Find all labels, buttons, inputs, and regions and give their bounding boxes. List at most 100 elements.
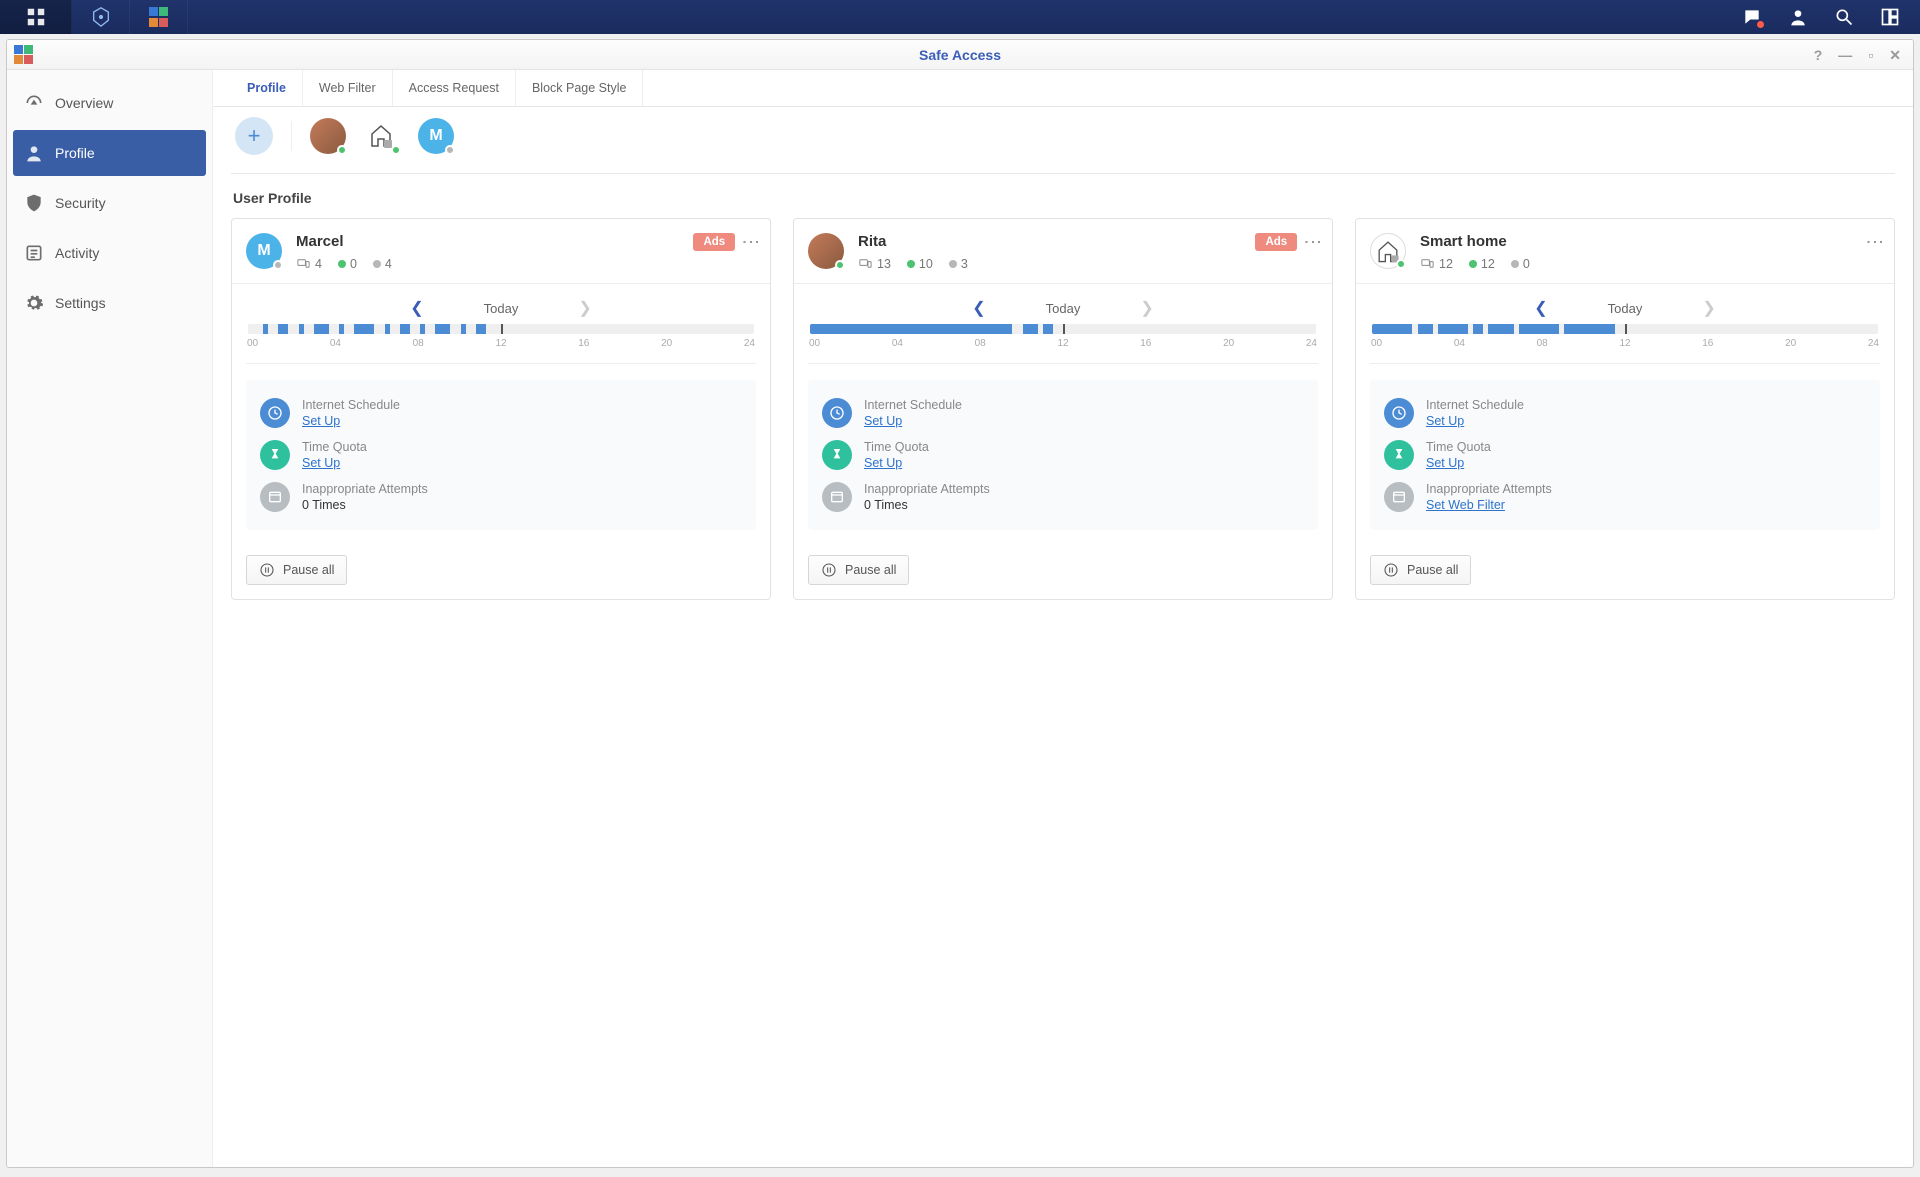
internet-schedule-setup-link[interactable]: Set Up [864, 414, 962, 428]
timeline-next-button[interactable]: ❯ [1702, 298, 1715, 318]
sidebar-item-settings[interactable]: Settings [13, 280, 206, 326]
timeline-prev-button[interactable]: ❮ [1534, 298, 1547, 318]
timeline-prev-button[interactable]: ❮ [972, 298, 985, 318]
timeline-next-button[interactable]: ❯ [578, 298, 591, 318]
sidebar-item-security[interactable]: Security [13, 180, 206, 226]
devices-icon [296, 256, 311, 271]
main-content: Profile Web Filter Access Request Block … [213, 70, 1913, 1167]
sidebar-item-overview[interactable]: Overview [13, 80, 206, 126]
pause-icon [1383, 562, 1399, 578]
stat-online: 10 [907, 257, 933, 271]
browser-icon [1384, 482, 1414, 512]
safe-access-window: Safe Access ? — ▫ ✕ Overview Profile [6, 39, 1914, 1168]
tab-web-filter[interactable]: Web Filter [303, 70, 393, 106]
timeline: ❮ Today ❯ 00040812162024 [808, 298, 1318, 364]
profile-name: Smart home [1420, 233, 1859, 250]
strip-profile-smart-home[interactable] [364, 118, 400, 154]
search-icon [1834, 7, 1854, 27]
browser-icon [822, 482, 852, 512]
timeline-date-label: Today [1608, 301, 1643, 316]
widgets-button[interactable] [1876, 3, 1904, 31]
os-taskbar [0, 0, 1920, 34]
window-help-button[interactable]: ? [1814, 48, 1823, 62]
pause-all-button[interactable]: Pause all [1370, 555, 1471, 585]
stat-other: 4 [373, 257, 392, 271]
divider [291, 121, 292, 151]
stat-online: 12 [1469, 257, 1495, 271]
list-icon [23, 242, 45, 264]
search-button[interactable] [1830, 3, 1858, 31]
internet-schedule-setup-link[interactable]: Set Up [1426, 414, 1524, 428]
stat-devices: 4 [296, 256, 322, 271]
ads-badge: Ads [693, 233, 735, 251]
feature-label: Time Quota [864, 440, 929, 454]
tab-bar: Profile Web Filter Access Request Block … [213, 70, 1913, 107]
chat-bubble-icon [1742, 7, 1762, 27]
timeline-next-button[interactable]: ❯ [1140, 298, 1153, 318]
main-menu-button[interactable] [0, 0, 72, 34]
sidebar-item-label: Overview [55, 95, 113, 111]
shield-icon [23, 192, 45, 214]
sidebar-item-profile[interactable]: Profile [13, 130, 206, 176]
timeline-ticks: 00040812162024 [1371, 338, 1879, 349]
status-dot-icon [337, 145, 347, 155]
profile-name: Rita [858, 233, 1255, 250]
window-maximize-button[interactable]: ▫ [1868, 48, 1873, 62]
card-menu-button[interactable]: ⋮ [745, 233, 756, 253]
hourglass-icon [260, 440, 290, 470]
gear-icon [23, 292, 45, 314]
gauge-icon [23, 92, 45, 114]
person-icon [1788, 7, 1808, 27]
hourglass-icon [1384, 440, 1414, 470]
status-dot-icon [445, 145, 455, 155]
pause-icon [821, 562, 837, 578]
sidebar: Overview Profile Security Activity [7, 70, 213, 1167]
timeline: ❮ Today ❯ 00040812162024 [1370, 298, 1880, 364]
sidebar-item-label: Security [55, 195, 106, 211]
stat-other: 3 [949, 257, 968, 271]
profile-avatar [1370, 233, 1406, 269]
strip-profile-marcel[interactable]: M [418, 118, 454, 154]
time-quota-setup-link[interactable]: Set Up [1426, 456, 1491, 470]
pause-all-button[interactable]: Pause all [808, 555, 909, 585]
user-menu-button[interactable] [1784, 3, 1812, 31]
user-icon [23, 142, 45, 164]
strip-profile-rita[interactable] [310, 118, 346, 154]
timeline-prev-button[interactable]: ❮ [410, 298, 423, 318]
taskbar-app-1[interactable] [72, 0, 130, 34]
tab-profile[interactable]: Profile [231, 70, 303, 106]
clock-icon [260, 398, 290, 428]
profile-card-marcel: M Marcel 4 0 4 [231, 218, 771, 600]
stat-online: 0 [338, 257, 357, 271]
set-web-filter-link[interactable]: Set Web Filter [1426, 498, 1552, 512]
card-menu-button[interactable]: ⋮ [1869, 233, 1880, 253]
feature-list: Internet Schedule Set Up Time Quota Set … [246, 380, 756, 530]
clock-icon [1384, 398, 1414, 428]
feature-label: Inappropriate Attempts [302, 482, 428, 496]
feature-label: Internet Schedule [1426, 398, 1524, 412]
tab-block-page-style[interactable]: Block Page Style [516, 70, 644, 106]
internet-schedule-setup-link[interactable]: Set Up [302, 414, 400, 428]
pause-all-button[interactable]: Pause all [246, 555, 347, 585]
sidebar-item-activity[interactable]: Activity [13, 230, 206, 276]
inappropriate-attempts-value: 0 Times [302, 498, 428, 512]
card-menu-button[interactable]: ⋮ [1307, 233, 1318, 253]
timeline-date-label: Today [484, 301, 519, 316]
window-close-button[interactable]: ✕ [1889, 48, 1901, 62]
notifications-button[interactable] [1738, 3, 1766, 31]
window-minimize-button[interactable]: — [1838, 48, 1852, 62]
profile-avatar [808, 233, 844, 269]
add-profile-button[interactable]: + [235, 117, 273, 155]
tab-access-request[interactable]: Access Request [393, 70, 516, 106]
time-quota-setup-link[interactable]: Set Up [864, 456, 929, 470]
apps-grid-icon [25, 6, 47, 28]
timeline-ticks: 00040812162024 [247, 338, 755, 349]
feature-label: Inappropriate Attempts [1426, 482, 1552, 496]
timeline: ❮ Today ❯ 00040812162024 [246, 298, 756, 364]
taskbar-app-safe-access[interactable] [130, 0, 188, 34]
panels-icon [1880, 7, 1900, 27]
sidebar-item-label: Profile [55, 145, 95, 161]
app-icon [13, 44, 35, 66]
time-quota-setup-link[interactable]: Set Up [302, 456, 367, 470]
window-titlebar[interactable]: Safe Access ? — ▫ ✕ [7, 40, 1913, 70]
